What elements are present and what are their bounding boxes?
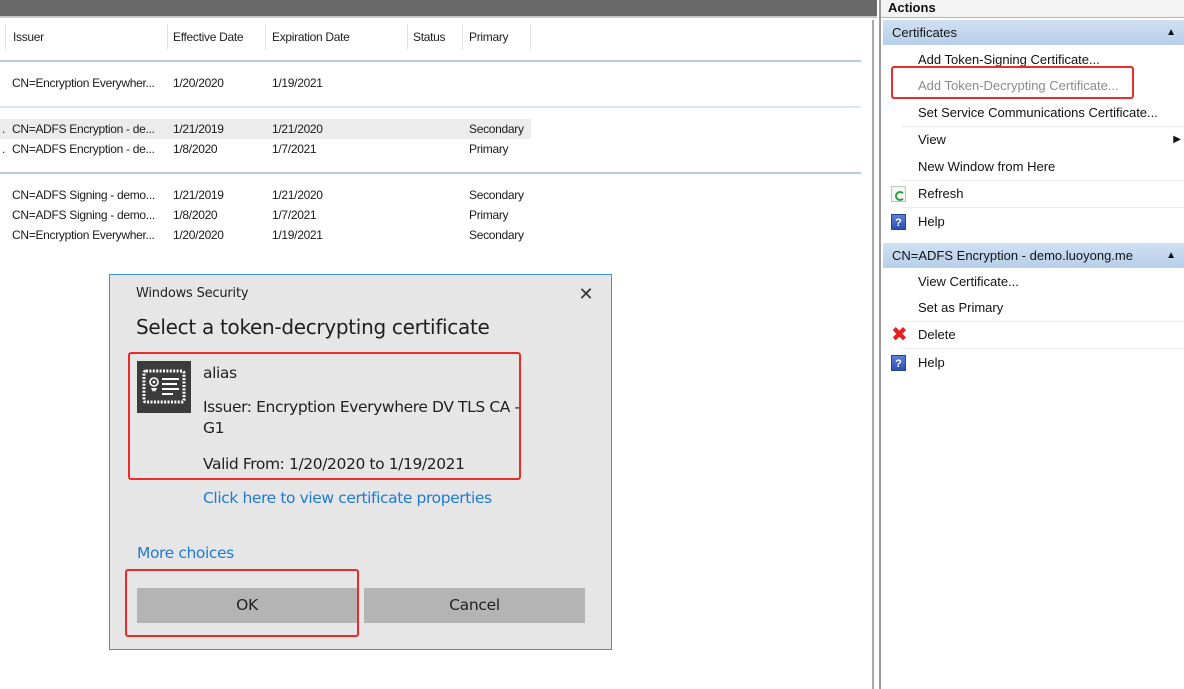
cell-expiration-date: 1/19/2021 (272, 228, 323, 242)
cell-issuer: CN=Encryption Everywher... (12, 228, 155, 242)
cell-issuer: CN=ADFS Encryption - de... (12, 122, 155, 136)
action-label: Set as Primary (918, 300, 1004, 315)
table-row[interactable]: CN=ADFS Signing - demo... 1/21/2019 1/21… (0, 185, 531, 205)
cell-issuer: CN=Encryption Everywher... (12, 76, 155, 90)
help-icon: ? (891, 214, 906, 230)
column-header-status[interactable]: Status (408, 24, 463, 50)
cell-expiration-date: 1/7/2021 (272, 142, 317, 156)
cell-expiration-date: 1/21/2020 (272, 122, 323, 136)
action-label: Help (918, 355, 945, 370)
group-divider (0, 60, 861, 62)
cell-issuer: CN=ADFS Encryption - de... (12, 142, 155, 156)
submenu-arrow-icon: ▶ (1173, 134, 1181, 145)
actions-pane-title: Actions (881, 0, 1184, 18)
section-header-certificates[interactable]: Certificates ▲ (883, 20, 1184, 45)
windows-security-dialog: Windows Security ✕ Select a token-decryp… (109, 274, 612, 650)
cell-primary: Secondary (469, 122, 524, 136)
group-divider (0, 172, 861, 174)
column-header-issuer[interactable]: Issuer (5, 24, 168, 50)
menu-divider (901, 207, 1184, 208)
action-refresh[interactable]: Refresh (883, 181, 1183, 207)
action-view[interactable]: View ▶ (883, 127, 1183, 153)
action-label: View Certificate... (918, 274, 1019, 289)
cell-effective-date: 1/8/2020 (173, 142, 218, 156)
cell-primary: Secondary (469, 228, 524, 242)
certificate-icon[interactable] (137, 361, 191, 413)
action-set-as-primary[interactable]: Set as Primary (883, 295, 1183, 321)
view-certificate-properties-link[interactable]: Click here to view certificate propertie… (203, 489, 492, 507)
cell-expiration-date: 1/7/2021 (272, 208, 317, 222)
ok-button[interactable]: OK (137, 588, 357, 623)
column-header-row: Issuer Effective Date Expiration Date St… (0, 20, 870, 50)
cell-effective-date: 1/21/2019 (173, 122, 224, 136)
action-label: Add Token-Signing Certificate... (918, 52, 1100, 67)
action-new-window-from-here[interactable]: New Window from Here (883, 154, 1183, 180)
action-set-service-communications-certificate[interactable]: Set Service Communications Certificate..… (883, 100, 1183, 126)
close-button[interactable]: ✕ (573, 281, 599, 307)
action-label: View (918, 132, 946, 147)
cell-primary: Primary (469, 208, 509, 222)
table-row[interactable]: CN=ADFS Signing - demo... 1/8/2020 1/7/2… (0, 205, 531, 225)
more-choices-link[interactable]: More choices (137, 544, 234, 562)
row-prefix: . (2, 122, 6, 136)
column-header-expiration-date[interactable]: Expiration Date (266, 24, 408, 50)
actions-pane: Actions Certificates ▲ Add Token-Signing… (879, 0, 1184, 689)
action-label: Add Token-Decrypting Certificate... (918, 78, 1119, 93)
certificate-alias[interactable]: alias (203, 363, 237, 384)
help-icon: ? (891, 355, 906, 371)
section-title: CN=ADFS Encryption - demo.luoyong.me (892, 248, 1133, 263)
section-header-selected-certificate[interactable]: CN=ADFS Encryption - demo.luoyong.me ▲ (883, 243, 1184, 268)
cell-effective-date: 1/20/2020 (173, 228, 224, 242)
collapse-icon[interactable]: ▲ (1166, 20, 1176, 45)
cell-effective-date: 1/8/2020 (173, 208, 218, 222)
action-add-token-signing-certificate[interactable]: Add Token-Signing Certificate... (883, 47, 1183, 73)
dialog-caption: Windows Security (136, 286, 249, 301)
action-label: New Window from Here (918, 159, 1056, 174)
action-label: Delete (918, 327, 956, 342)
certificate-validity: Valid From: 1/20/2020 to 1/19/2021 (203, 455, 465, 473)
table-row[interactable]: . CN=ADFS Encryption - de... 1/8/2020 1/… (0, 139, 531, 159)
cell-effective-date: 1/20/2020 (173, 76, 224, 90)
cell-expiration-date: 1/21/2020 (272, 188, 323, 202)
row-prefix: . (2, 142, 6, 156)
close-icon: ✕ (578, 284, 594, 304)
delete-icon: ✖ (891, 324, 908, 346)
table-row[interactable]: CN=Encryption Everywher... 1/20/2020 1/1… (0, 73, 531, 93)
column-header-effective-date[interactable]: Effective Date (168, 24, 266, 50)
dialog-heading: Select a token-decrypting certificate (136, 315, 490, 339)
column-header-primary[interactable]: Primary (463, 24, 531, 50)
action-add-token-decrypting-certificate[interactable]: Add Token-Decrypting Certificate... (883, 73, 1183, 99)
pane-title-bar (0, 0, 877, 18)
action-view-certificate[interactable]: View Certificate... (883, 269, 1183, 295)
cell-effective-date: 1/21/2019 (173, 188, 224, 202)
action-label: Refresh (918, 186, 964, 201)
cancel-button[interactable]: Cancel (364, 588, 585, 623)
table-row-selected[interactable]: . CN=ADFS Encryption - de... 1/21/2019 1… (0, 119, 531, 139)
cell-primary: Secondary (469, 188, 524, 202)
action-delete[interactable]: ✖ Delete (883, 322, 1183, 348)
cell-primary: Primary (469, 142, 509, 156)
action-label: Set Service Communications Certificate..… (918, 105, 1158, 120)
cell-expiration-date: 1/19/2021 (272, 76, 323, 90)
group-divider (0, 106, 861, 108)
action-help[interactable]: ? Help (883, 209, 1183, 235)
menu-divider (901, 348, 1184, 349)
cell-issuer: CN=ADFS Signing - demo... (12, 208, 155, 222)
cell-issuer: CN=ADFS Signing - demo... (12, 188, 155, 202)
action-label: Help (918, 214, 945, 229)
table-row[interactable]: CN=Encryption Everywher... 1/20/2020 1/1… (0, 225, 531, 245)
certificate-issuer: Issuer: Encryption Everywhere DV TLS CA … (203, 398, 520, 437)
section-title: Certificates (892, 25, 958, 40)
action-help[interactable]: ? Help (883, 350, 1183, 376)
refresh-icon (891, 186, 906, 202)
collapse-icon[interactable]: ▲ (1166, 243, 1176, 268)
